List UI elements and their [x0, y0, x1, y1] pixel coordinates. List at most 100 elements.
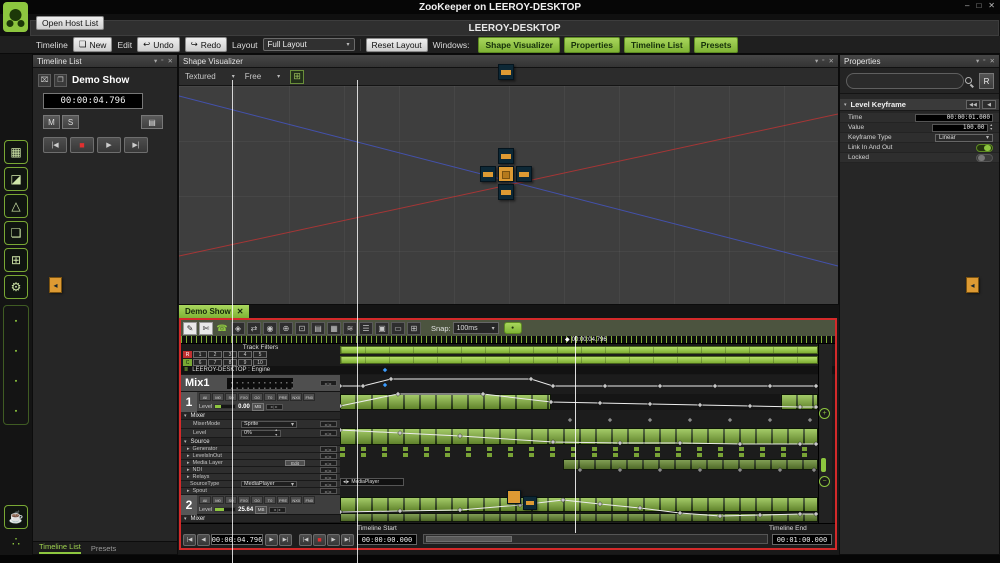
mini-transport[interactable]: ◂|▸ — [269, 506, 287, 513]
mini-transport[interactable]: ◂|▸ — [320, 446, 337, 452]
tab-timeline-list[interactable]: Timeline List — [39, 542, 81, 554]
filter-button[interactable]: 2 — [208, 351, 222, 358]
mix-track-header[interactable]: Mix1 ◂|▸ — [181, 375, 340, 392]
filter-group-bar-2[interactable] — [340, 356, 818, 364]
view-mode-dropdown[interactable]: Free ▾ — [245, 72, 280, 81]
shape-handle-right[interactable] — [516, 166, 532, 182]
timeline-start-field[interactable]: 00:00:00.000 — [357, 534, 417, 545]
tab-demo-show[interactable]: Demo Show ✕ — [179, 305, 250, 318]
track-button[interactable]: G0 — [251, 496, 263, 504]
mute-button[interactable]: M — [43, 115, 60, 129]
pixelmapper-icon[interactable]: ⊞ — [4, 248, 28, 272]
snap-enable-button[interactable]: ● — [503, 322, 522, 334]
skip-forward-button[interactable]: ▶| — [124, 137, 148, 153]
skip-forward-button[interactable]: ▶| — [341, 534, 354, 546]
filter-button[interactable]: 9 — [238, 359, 252, 366]
prev-keyframe-button[interactable]: ◀◀ — [966, 100, 980, 109]
mixer-level-spinner[interactable]: 0% ▲ ▼ — [241, 428, 281, 437]
close-icon[interactable]: ✕ — [829, 57, 834, 65]
generator-row[interactable]: ▸ Generator ◂|▸ — [181, 446, 340, 453]
timeline-end-field[interactable]: 00:01:00.000 — [772, 534, 832, 545]
track2-sub-clip[interactable] — [340, 513, 818, 522]
playhead-time-field[interactable]: 00:00:04.796 — [211, 534, 263, 545]
stop-button[interactable]: ■ — [70, 137, 94, 153]
filter-button[interactable]: 6 — [193, 359, 207, 366]
filter-button[interactable]: 8 — [223, 359, 237, 366]
move-tool-icon[interactable]: ⇄ — [247, 321, 261, 335]
mixer2-section-header[interactable]: ▾ Mixer — [181, 515, 340, 523]
expand-icon[interactable]: ▸ — [187, 488, 190, 494]
duplicate-timeline-icon[interactable]: ❐ — [54, 73, 67, 87]
media-layer-row[interactable]: ▸ Media Layer Edit ◂|▸ — [181, 460, 340, 467]
layout-dropdown[interactable]: Full Layout ▾ — [262, 38, 355, 51]
mini-transport[interactable]: ◂|▸ — [320, 430, 337, 436]
window-toggle-button[interactable]: Timeline List — [623, 36, 690, 53]
spout-row[interactable]: ▸ Spout ◂|▸ — [181, 488, 340, 495]
search-input[interactable] — [846, 73, 964, 89]
add-track-icon[interactable]: ⊞ — [407, 321, 421, 335]
window-toggle-button[interactable]: Presets — [693, 36, 739, 53]
snapshot-icon[interactable]: ▣ — [375, 321, 389, 335]
track1-media-clip[interactable] — [340, 394, 551, 410]
pin-icon[interactable]: ▫ — [822, 57, 824, 65]
media-thumb-teal-icon[interactable] — [523, 496, 537, 510]
sidebar-slot[interactable]: ▪ — [15, 315, 17, 325]
source-section-header[interactable]: ▾ Source — [181, 438, 340, 446]
monitor-icon[interactable]: ▭ — [391, 321, 405, 335]
collapse-icon[interactable]: ▾ — [844, 102, 847, 108]
track-button[interactable]: S0 — [225, 496, 237, 504]
undo-button[interactable]: ↩ Undo — [137, 37, 180, 52]
skip-back-button[interactable]: |◀ — [299, 534, 312, 546]
scrollbar-thumb[interactable] — [821, 458, 826, 472]
track1-media-clip-end[interactable] — [781, 394, 818, 410]
track-button[interactable]: T0 — [264, 496, 276, 504]
relays-row[interactable]: ▸ Relays ◂|▸ — [181, 474, 340, 481]
mini-transport[interactable]: ◂|▸ — [320, 481, 337, 487]
jump-end-button[interactable]: ▶| — [279, 534, 292, 546]
value-field[interactable]: 100.00 — [931, 123, 988, 132]
minimize-button[interactable]: – — [965, 1, 969, 10]
step-forward-button[interactable]: ▶ — [265, 534, 278, 546]
source-type-dropdown[interactable]: MediaPlayer ▾ — [241, 481, 297, 488]
mini-transport[interactable]: ◂|▸ — [320, 467, 337, 473]
level-keyframe-section-header[interactable]: ▾ Level Keyframe ◀◀ ◀ — [840, 99, 999, 111]
expand-icon[interactable]: ▸ — [187, 474, 190, 480]
filter-button[interactable]: 5 — [253, 351, 267, 358]
curve-editor-icon[interactable]: ≋ — [343, 321, 357, 335]
source-type-row[interactable]: SourceType MediaPlayer ▾ ◂|▸ — [181, 481, 340, 488]
media-player-chip[interactable]: ◂|▸ MediaPlayer — [340, 478, 404, 486]
mix-matrix-grid[interactable] — [227, 378, 293, 389]
track2-media-clip[interactable] — [340, 497, 818, 512]
close-icon[interactable]: ✕ — [990, 57, 995, 65]
timeline-horizontal-scrollbar[interactable] — [423, 534, 768, 544]
track-button[interactable]: FX0 — [238, 393, 250, 401]
host-tab[interactable]: LEEROY-DESKTOP — [30, 20, 999, 36]
sidebar-slot[interactable]: ▪ — [15, 345, 17, 355]
visualizer-canvas[interactable] — [179, 86, 838, 304]
component-settings-icon[interactable]: ⚙ — [4, 275, 28, 299]
pin-icon[interactable]: ▫ — [983, 57, 985, 65]
expand-icon[interactable]: ▸ — [187, 453, 190, 459]
jump-start-button[interactable]: |◀ — [183, 534, 196, 546]
shape-handle-left[interactable] — [480, 166, 496, 182]
track-button[interactable]: S0 — [225, 393, 237, 401]
mini-transport[interactable]: ◂|▸ — [320, 453, 337, 459]
panel-menu-icon[interactable]: ▾ — [976, 57, 979, 65]
filter-button[interactable]: 7 — [208, 359, 222, 366]
track-button[interactable]: PRE — [277, 496, 290, 504]
shape-handle-up[interactable] — [498, 148, 514, 164]
options-button[interactable]: ▤ — [141, 115, 163, 129]
window-toggle-button[interactable]: Properties — [563, 36, 620, 53]
eye-icon[interactable]: ◉ — [263, 321, 277, 335]
mini-transport[interactable]: ◂|▸ — [320, 380, 337, 386]
engine-row[interactable]: ≣ LEEROY-DESKTOP : Engine — [181, 366, 835, 375]
filter-button[interactable]: 3 — [223, 351, 237, 358]
sidebar-slot[interactable]: ▪ — [15, 405, 17, 415]
network-icon[interactable]: ∴ — [4, 532, 28, 552]
window-toggle-button[interactable]: Shape Visualizer — [478, 36, 560, 53]
filter-group-bar-1[interactable] — [340, 346, 818, 354]
track-button[interactable]: T0 — [264, 393, 276, 401]
filter-button[interactable]: 10 — [253, 359, 267, 366]
track-button[interactable]: PRE — [277, 393, 290, 401]
collapse-icon[interactable]: ▾ — [184, 516, 187, 522]
